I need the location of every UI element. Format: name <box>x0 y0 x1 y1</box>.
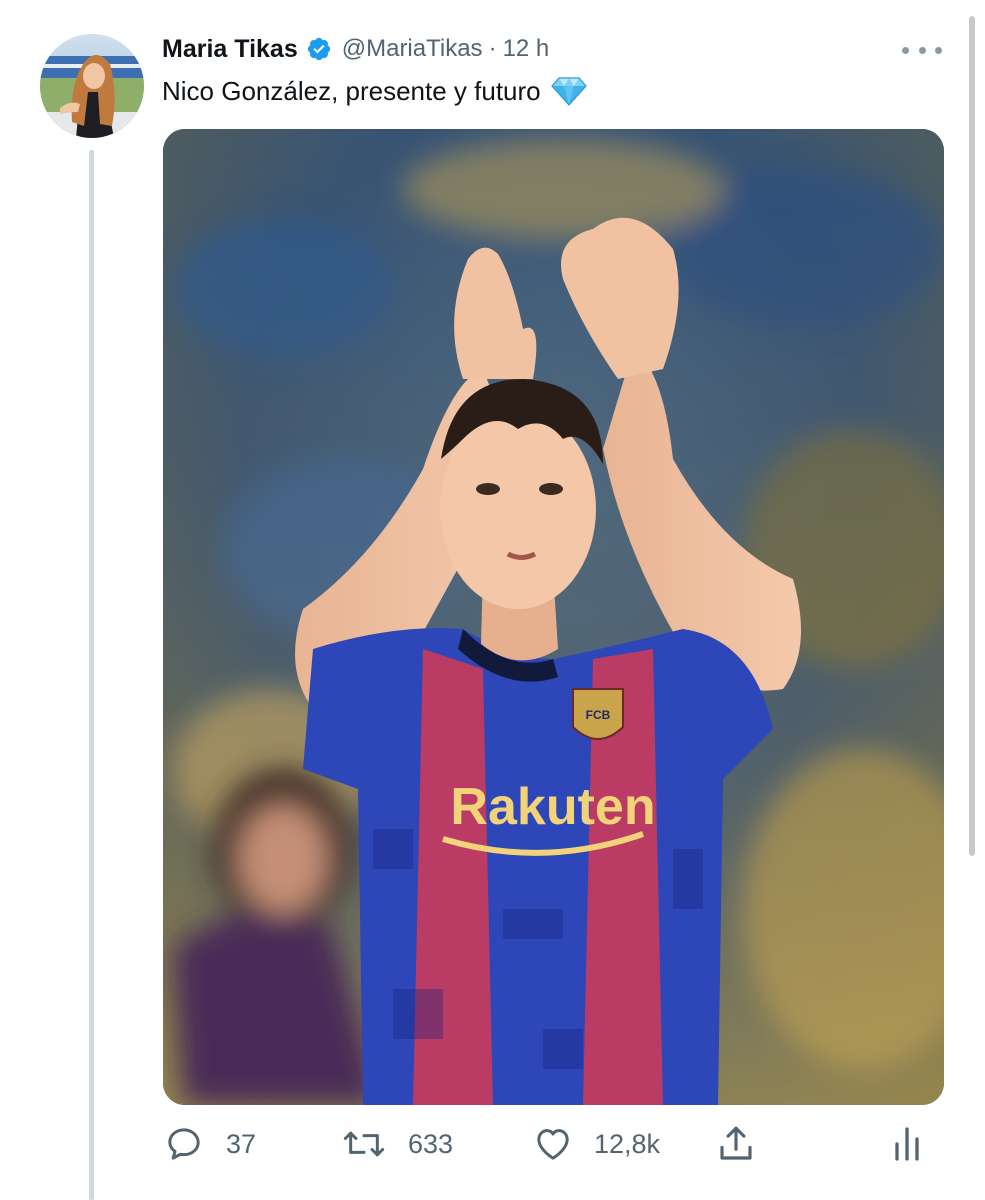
more-dots-icon[interactable] <box>902 40 942 60</box>
thread-line <box>89 150 94 1200</box>
reply-count: 37 <box>226 1128 257 1159</box>
player-photo: FCB Rakuten <box>163 129 944 1105</box>
verified-badge-icon <box>306 36 332 62</box>
tweet-text-content: Nico González, presente y futuro <box>162 76 541 106</box>
reply-button[interactable]: 37 <box>164 1118 256 1170</box>
like-count: 12,8k <box>594 1128 661 1159</box>
analytics-button[interactable] <box>890 1118 924 1170</box>
analytics-icon <box>895 1127 919 1161</box>
gem-emoji-icon <box>550 76 587 106</box>
scrollbar[interactable] <box>969 16 975 856</box>
crest-badge: FCB <box>572 688 624 740</box>
tweet-actions: 37 633 12,8k <box>162 1118 942 1170</box>
more-dot <box>918 46 926 54</box>
retweet-icon <box>343 1131 385 1157</box>
avatar-image <box>40 34 144 138</box>
tweet-media-photo[interactable]: FCB Rakuten <box>163 129 944 1105</box>
share-button[interactable] <box>715 1118 757 1170</box>
author-avatar[interactable] <box>40 34 144 138</box>
share-icon <box>720 1126 752 1160</box>
author-handle[interactable]: @MariaTikas <box>342 35 483 63</box>
more-dot <box>935 46 942 54</box>
crest-label: FCB <box>586 708 611 722</box>
retweet-count: 633 <box>408 1128 454 1159</box>
retweet-button[interactable]: 633 <box>342 1118 453 1170</box>
author-name[interactable]: Maria Tikas <box>162 35 298 64</box>
tweet-header: Maria Tikas @MariaTikas · 12 h <box>162 30 549 68</box>
like-button[interactable]: 12,8k <box>532 1118 660 1170</box>
heart-icon <box>537 1129 569 1160</box>
tweet-timestamp[interactable]: 12 h <box>503 35 550 63</box>
header-separator: · <box>488 35 497 62</box>
reply-icon <box>168 1128 200 1160</box>
sponsor-text: Rakuten <box>450 778 655 836</box>
more-dot <box>902 46 909 54</box>
tweet-text: Nico González, presente y futuro <box>162 72 587 110</box>
